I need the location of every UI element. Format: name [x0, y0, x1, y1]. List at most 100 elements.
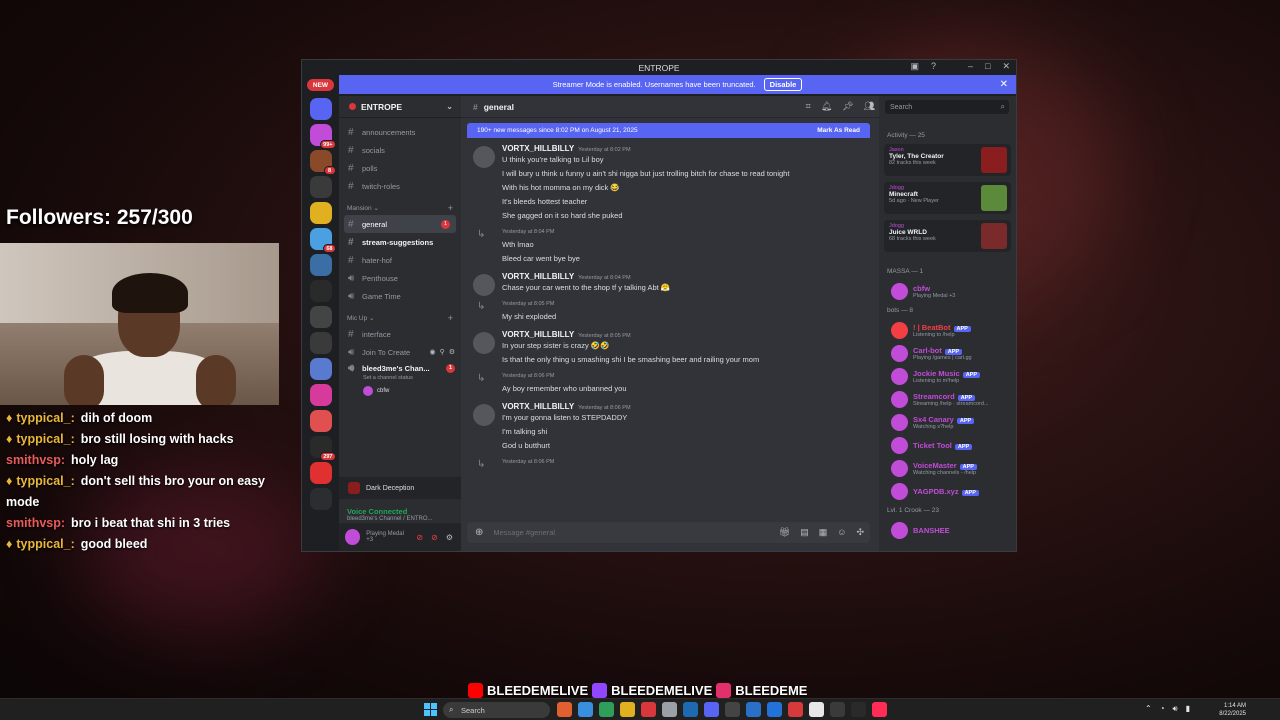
activity-card[interactable]: Jdogg Minecraft 5d ago · New Player [884, 182, 1011, 214]
windows-start-icon[interactable] [424, 703, 437, 716]
channel-socials[interactable]: # socials [339, 141, 461, 159]
taskbar-app-icon[interactable] [662, 702, 677, 717]
server-icon[interactable] [309, 280, 332, 302]
gear-icon[interactable]: ⚙ [446, 533, 453, 542]
taskbar-app-icon[interactable] [599, 702, 614, 717]
taskbar-app-icon[interactable] [620, 702, 635, 717]
server-icon[interactable] [309, 332, 332, 354]
chat-bubble-icon[interactable]: ◉ [429, 348, 435, 356]
deafen-icon[interactable]: ⊘ [431, 533, 438, 542]
user-panel[interactable]: Playing Medal +3 ⊘ ⊘ ⚙ [339, 523, 461, 551]
mute-icon[interactable]: ⊘ [416, 533, 423, 542]
channel-game-time[interactable]: 🔊︎ Game Time [339, 287, 461, 305]
inbox-icon[interactable]: ▣ [910, 61, 919, 72]
activity-card[interactable]: Jdogg Juice WRLD 68 tracks this week [884, 220, 1011, 252]
activity-card[interactable]: Jason Tyler, The Creator 82 tracks this we… [884, 144, 1011, 176]
channel-announcements[interactable]: # announcements [339, 123, 461, 141]
member-row[interactable]: ! | BeatBot APP Listening to /help [891, 319, 971, 341]
channel-twitch-roles[interactable]: # twitch-roles [339, 177, 461, 195]
channel-interface[interactable]: # interface [339, 325, 461, 343]
voice-channel-bleed3me[interactable]: 🔊︎ bleed3me's Chan... 1 [339, 361, 461, 375]
add-attachment-icon[interactable]: ⊕ [475, 527, 483, 538]
minimize-button[interactable]: – [968, 61, 973, 72]
server-icon[interactable] [309, 176, 332, 198]
message-author[interactable]: VORTX_HILLBILLY [502, 272, 574, 281]
member-row[interactable]: Carl-bot APP Playing /games | carl.gg [891, 342, 972, 364]
disable-streamer-button[interactable]: Disable [763, 78, 803, 91]
clock[interactable]: 1:14 AM 8/22/2025 [1219, 702, 1246, 718]
member-row[interactable]: YAGPDB.xyz APP [891, 480, 979, 502]
taskbar-app-icon[interactable] [557, 702, 572, 717]
channel-hater-hof[interactable]: # hater-hof [339, 251, 461, 269]
now-playing-panel[interactable]: Dark Deception [339, 477, 461, 499]
new-badge[interactable]: NEW [307, 79, 334, 91]
server-icon[interactable] [309, 98, 332, 120]
gear-icon[interactable]: ⚙ [449, 348, 455, 356]
voice-status[interactable]: Set a channel status [339, 375, 461, 381]
chevron-up-icon[interactable]: ⌃ [1145, 704, 1152, 714]
member-row[interactable]: VoiceMaster APP Watching channels - /help [891, 457, 977, 479]
server-icon[interactable] [309, 384, 332, 406]
taskbar-app-icon[interactable] [851, 702, 866, 717]
taskbar-app-icon[interactable] [578, 702, 593, 717]
server-icon[interactable] [309, 306, 332, 328]
server-header[interactable]: ENTROPE ⌄ [339, 96, 461, 118]
server-icon[interactable] [309, 462, 332, 484]
message-input[interactable]: Message #general [493, 528, 555, 537]
gif-icon[interactable]: ▤ [800, 527, 809, 538]
pin-icon[interactable]: 📌︎ [842, 101, 853, 112]
channel-general[interactable]: # general 1 [344, 215, 456, 233]
category-mic-up[interactable]: Mic Up ⌄ + [339, 311, 461, 325]
taskbar-app-icon[interactable] [641, 702, 656, 717]
mark-as-read-button[interactable]: Mark As Read [817, 127, 860, 134]
member-row[interactable]: Ticket Tool APP [891, 434, 973, 456]
message-author[interactable]: VORTX_HILLBILLY [502, 330, 574, 339]
threads-icon[interactable]: ⌗ [806, 101, 811, 112]
server-icon[interactable]: 68 [309, 228, 336, 253]
message-composer[interactable]: ⊕ Message #general 🎁︎ ▤ ▦ ☺ ✣ [467, 522, 870, 543]
sticker-icon[interactable]: ▦ [819, 527, 828, 538]
members-icon[interactable]: 👥︎ [864, 101, 875, 112]
maximize-button[interactable]: □ [985, 61, 990, 72]
taskbar-app-icon[interactable] [809, 702, 824, 717]
avatar[interactable] [473, 332, 495, 354]
server-icon[interactable]: 99+ [309, 124, 336, 149]
volume-icon[interactable]: 🔊︎ [1173, 704, 1178, 714]
taskbar-app-icon[interactable] [746, 702, 761, 717]
member-row[interactable]: Streamcord APP Streaming /help · streamcor… [891, 388, 989, 410]
add-channel-icon[interactable]: + [448, 313, 453, 323]
search-input[interactable]: Search ⌕ [885, 100, 1009, 114]
apps-icon[interactable]: ✣ [856, 527, 864, 538]
server-icon[interactable]: 8 [309, 150, 336, 175]
taskbar-app-icon[interactable] [788, 702, 803, 717]
bell-icon[interactable]: 🔔︎ [821, 101, 832, 112]
add-user-icon[interactable]: ⚲ [440, 348, 445, 356]
taskbar-app-icon[interactable] [725, 702, 740, 717]
member-row[interactable]: BANSHEE [891, 519, 950, 541]
server-icon[interactable] [309, 202, 332, 224]
server-icon[interactable] [309, 254, 332, 276]
server-icon[interactable] [309, 488, 332, 510]
taskbar-app-icon[interactable] [683, 702, 698, 717]
channel-join-to-create[interactable]: 🔊︎ Join To Create ◉ ⚲ ⚙ [339, 343, 461, 361]
server-icon[interactable]: 297 [309, 436, 336, 461]
taskbar-app-icon[interactable] [872, 702, 887, 717]
close-button[interactable]: ✕ [1002, 61, 1010, 72]
taskbar-search[interactable]: ⌕ Search [443, 702, 550, 718]
wifi-icon[interactable]: ◔ [1160, 704, 1165, 714]
server-icon[interactable] [309, 410, 332, 432]
battery-icon[interactable]: ▮ [1186, 704, 1190, 714]
message-author[interactable]: VORTX_HILLBILLY [502, 144, 574, 153]
avatar[interactable] [473, 274, 495, 296]
member-row[interactable]: Sx4 Canary APP Watching s?help [891, 411, 975, 433]
new-messages-bar[interactable]: 190+ new messages since 8:02 PM on Augus… [467, 123, 870, 138]
add-channel-icon[interactable]: + [448, 203, 453, 213]
emoji-icon[interactable]: ☺ [837, 527, 846, 538]
help-icon[interactable]: ? [931, 61, 936, 72]
channel-polls[interactable]: # polls [339, 159, 461, 177]
taskbar-app-icon[interactable] [830, 702, 845, 717]
member-row[interactable]: cbfw Playing Medal +3 [891, 280, 955, 302]
gift-icon[interactable]: 🎁︎ [779, 527, 790, 538]
voice-member[interactable]: cbfw [339, 386, 461, 396]
close-icon[interactable]: ✕ [1000, 79, 1008, 90]
